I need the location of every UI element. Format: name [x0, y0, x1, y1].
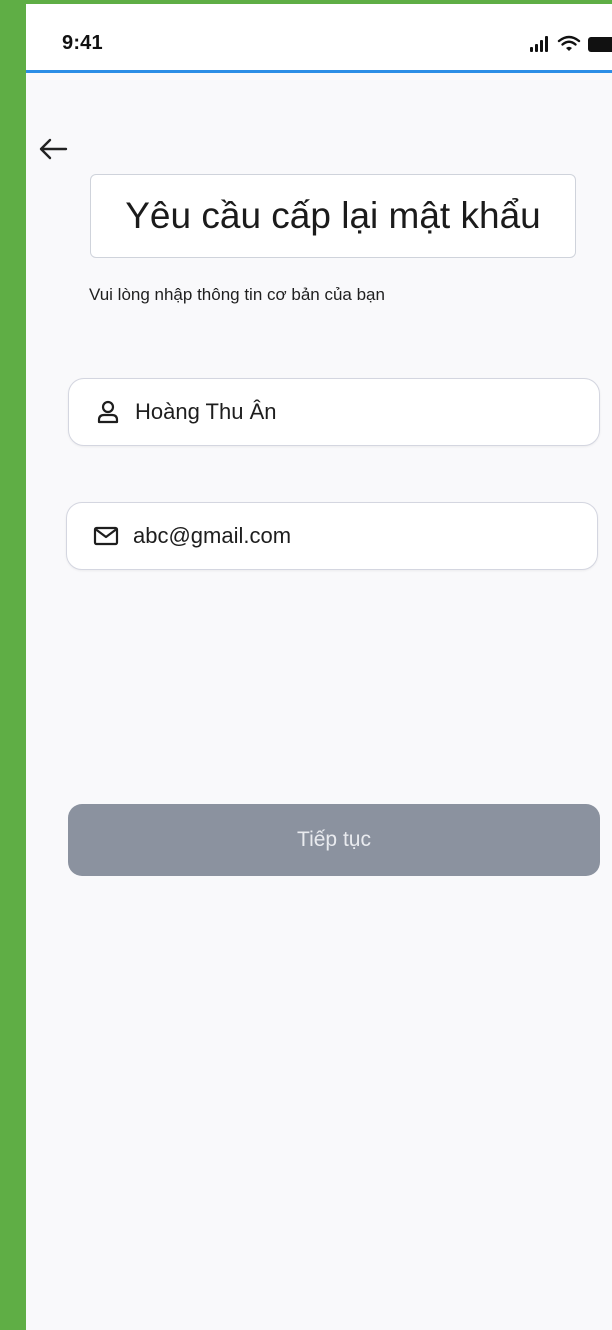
name-field-value[interactable]: Hoàng Thu Ân — [135, 399, 276, 425]
mail-icon — [93, 526, 119, 546]
name-field[interactable]: Hoàng Thu Ân — [68, 378, 600, 446]
page-title-box: Yêu cầu cấp lại mật khẩu — [90, 174, 576, 258]
status-time: 9:41 — [62, 32, 103, 54]
email-field-value[interactable]: abc@gmail.com — [133, 523, 291, 549]
back-button[interactable] — [36, 136, 70, 162]
continue-button-label: Tiếp tục — [297, 828, 371, 851]
battery-icon — [588, 37, 612, 52]
page-subtitle: Vui lòng nhập thông tin cơ bản của bạn — [89, 285, 385, 304]
page-title: Yêu cầu cấp lại mật khẩu — [125, 195, 541, 236]
user-icon — [97, 400, 119, 424]
outer-frame: 9:41 Yêu cầu cấp lại mật khẩu Vui lòng n… — [0, 0, 612, 1330]
phone-screen: 9:41 Yêu cầu cấp lại mật khẩu Vui lòng n… — [26, 4, 612, 1330]
status-bar: 9:41 — [26, 4, 612, 70]
status-icons — [529, 34, 612, 52]
continue-button[interactable]: Tiếp tục — [68, 804, 600, 876]
arrow-left-icon — [39, 138, 68, 160]
status-divider — [26, 70, 612, 73]
email-field[interactable]: abc@gmail.com — [66, 502, 598, 570]
signal-icon — [530, 36, 548, 52]
wifi-icon — [557, 35, 581, 51]
